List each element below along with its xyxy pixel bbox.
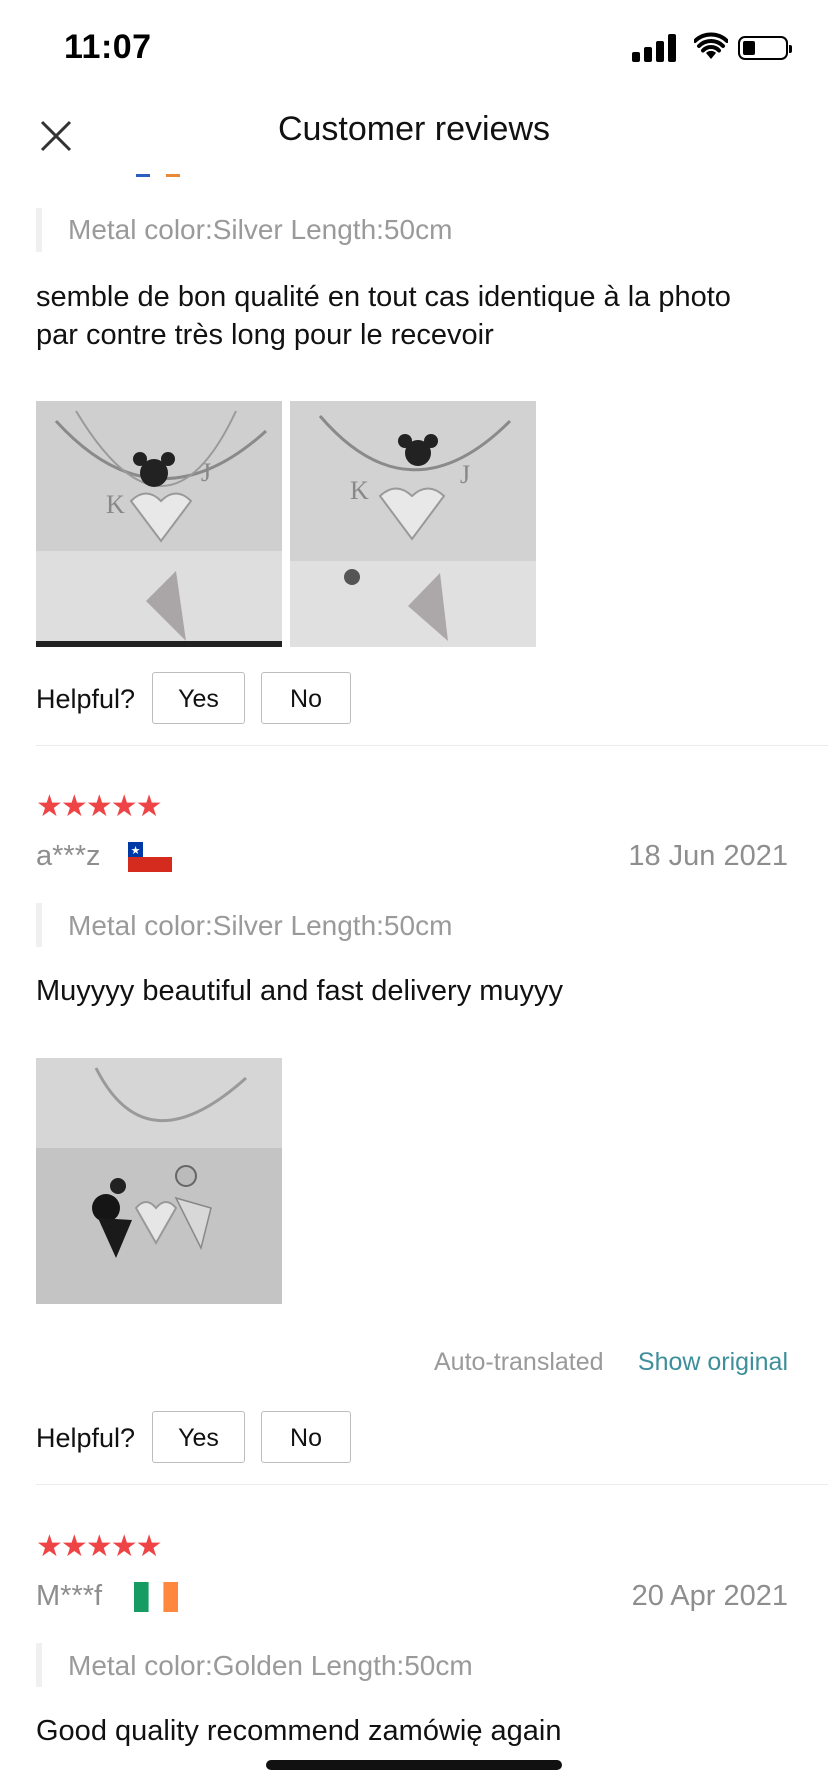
battery-icon [738,36,792,60]
divider [36,1484,828,1485]
star-icon: ★ [110,790,138,823]
reviewer-name: a***z [36,840,101,872]
flag-peek [136,174,182,178]
chile-flag-icon: ★ [128,842,172,872]
attribute-bar [36,1643,42,1687]
review-photo[interactable] [36,1058,282,1304]
helpful-label: Helpful? [36,684,136,714]
helpful-no-button[interactable]: No [261,1411,351,1463]
wifi-icon [694,32,728,59]
home-indicator[interactable] [266,1760,562,1770]
attribute-bar [36,208,42,252]
star-rating: ★★★★★ [36,1530,163,1563]
review-text: semble de bon qualité en tout cas identi… [36,278,796,354]
review-text: Good quality recommend zamówię again [36,1715,562,1747]
review-text-line: semble de bon qualité en tout cas identi… [36,281,731,313]
page-title: Customer reviews [277,110,551,148]
star-icon: ★ [60,1530,88,1563]
helpful-yes-button[interactable]: Yes [152,1411,245,1463]
status-bar: 11:07 [0,0,828,100]
star-icon: ★ [36,790,63,823]
ireland-flag-icon [134,1582,178,1612]
status-icons [632,32,792,62]
star-icon: ★ [135,790,163,823]
helpful-label: Helpful? [36,1423,136,1453]
svg-text:J: J [201,458,211,487]
star-icon: ★ [60,790,88,823]
cellular-signal-icon [632,34,676,62]
review-date: 20 Apr 2021 [631,1580,788,1612]
review-photo[interactable]: K J [36,401,282,647]
svg-text:K: K [350,476,369,505]
divider [36,745,828,746]
review-text: Muyyyy beautiful and fast delivery muyyy [36,975,564,1007]
review-attributes: Metal color:Golden Length:50cm [68,1650,473,1681]
star-icon: ★ [110,1530,138,1563]
svg-text:K: K [106,490,125,519]
review-attributes: Metal color:Silver Length:50cm [68,214,453,245]
helpful-yes-button[interactable]: Yes [152,672,245,724]
star-icon: ★ [135,1530,163,1563]
star-icon: ★ [85,1530,113,1563]
status-time: 11:07 [64,28,152,66]
review-attributes: Metal color:Silver Length:50cm [68,910,453,941]
header-bar: Customer reviews [0,100,828,166]
helpful-no-button[interactable]: No [261,672,351,724]
review-date: 18 Jun 2021 [628,840,788,872]
star-icon: ★ [85,790,113,823]
star-rating: ★★★★★ [36,790,163,823]
show-original-link[interactable]: Show original [638,1348,788,1377]
svg-text:J: J [460,460,470,489]
star-icon: ★ [36,1530,63,1563]
svg-text:★: ★ [131,844,141,857]
review-text-line: par contre très long pour le recevoir [36,319,494,351]
reviewer-name: M***f [36,1580,103,1612]
attribute-bar [36,903,42,947]
auto-translated-label: Auto-translated [434,1348,604,1376]
review-photo[interactable]: K J [290,401,536,647]
